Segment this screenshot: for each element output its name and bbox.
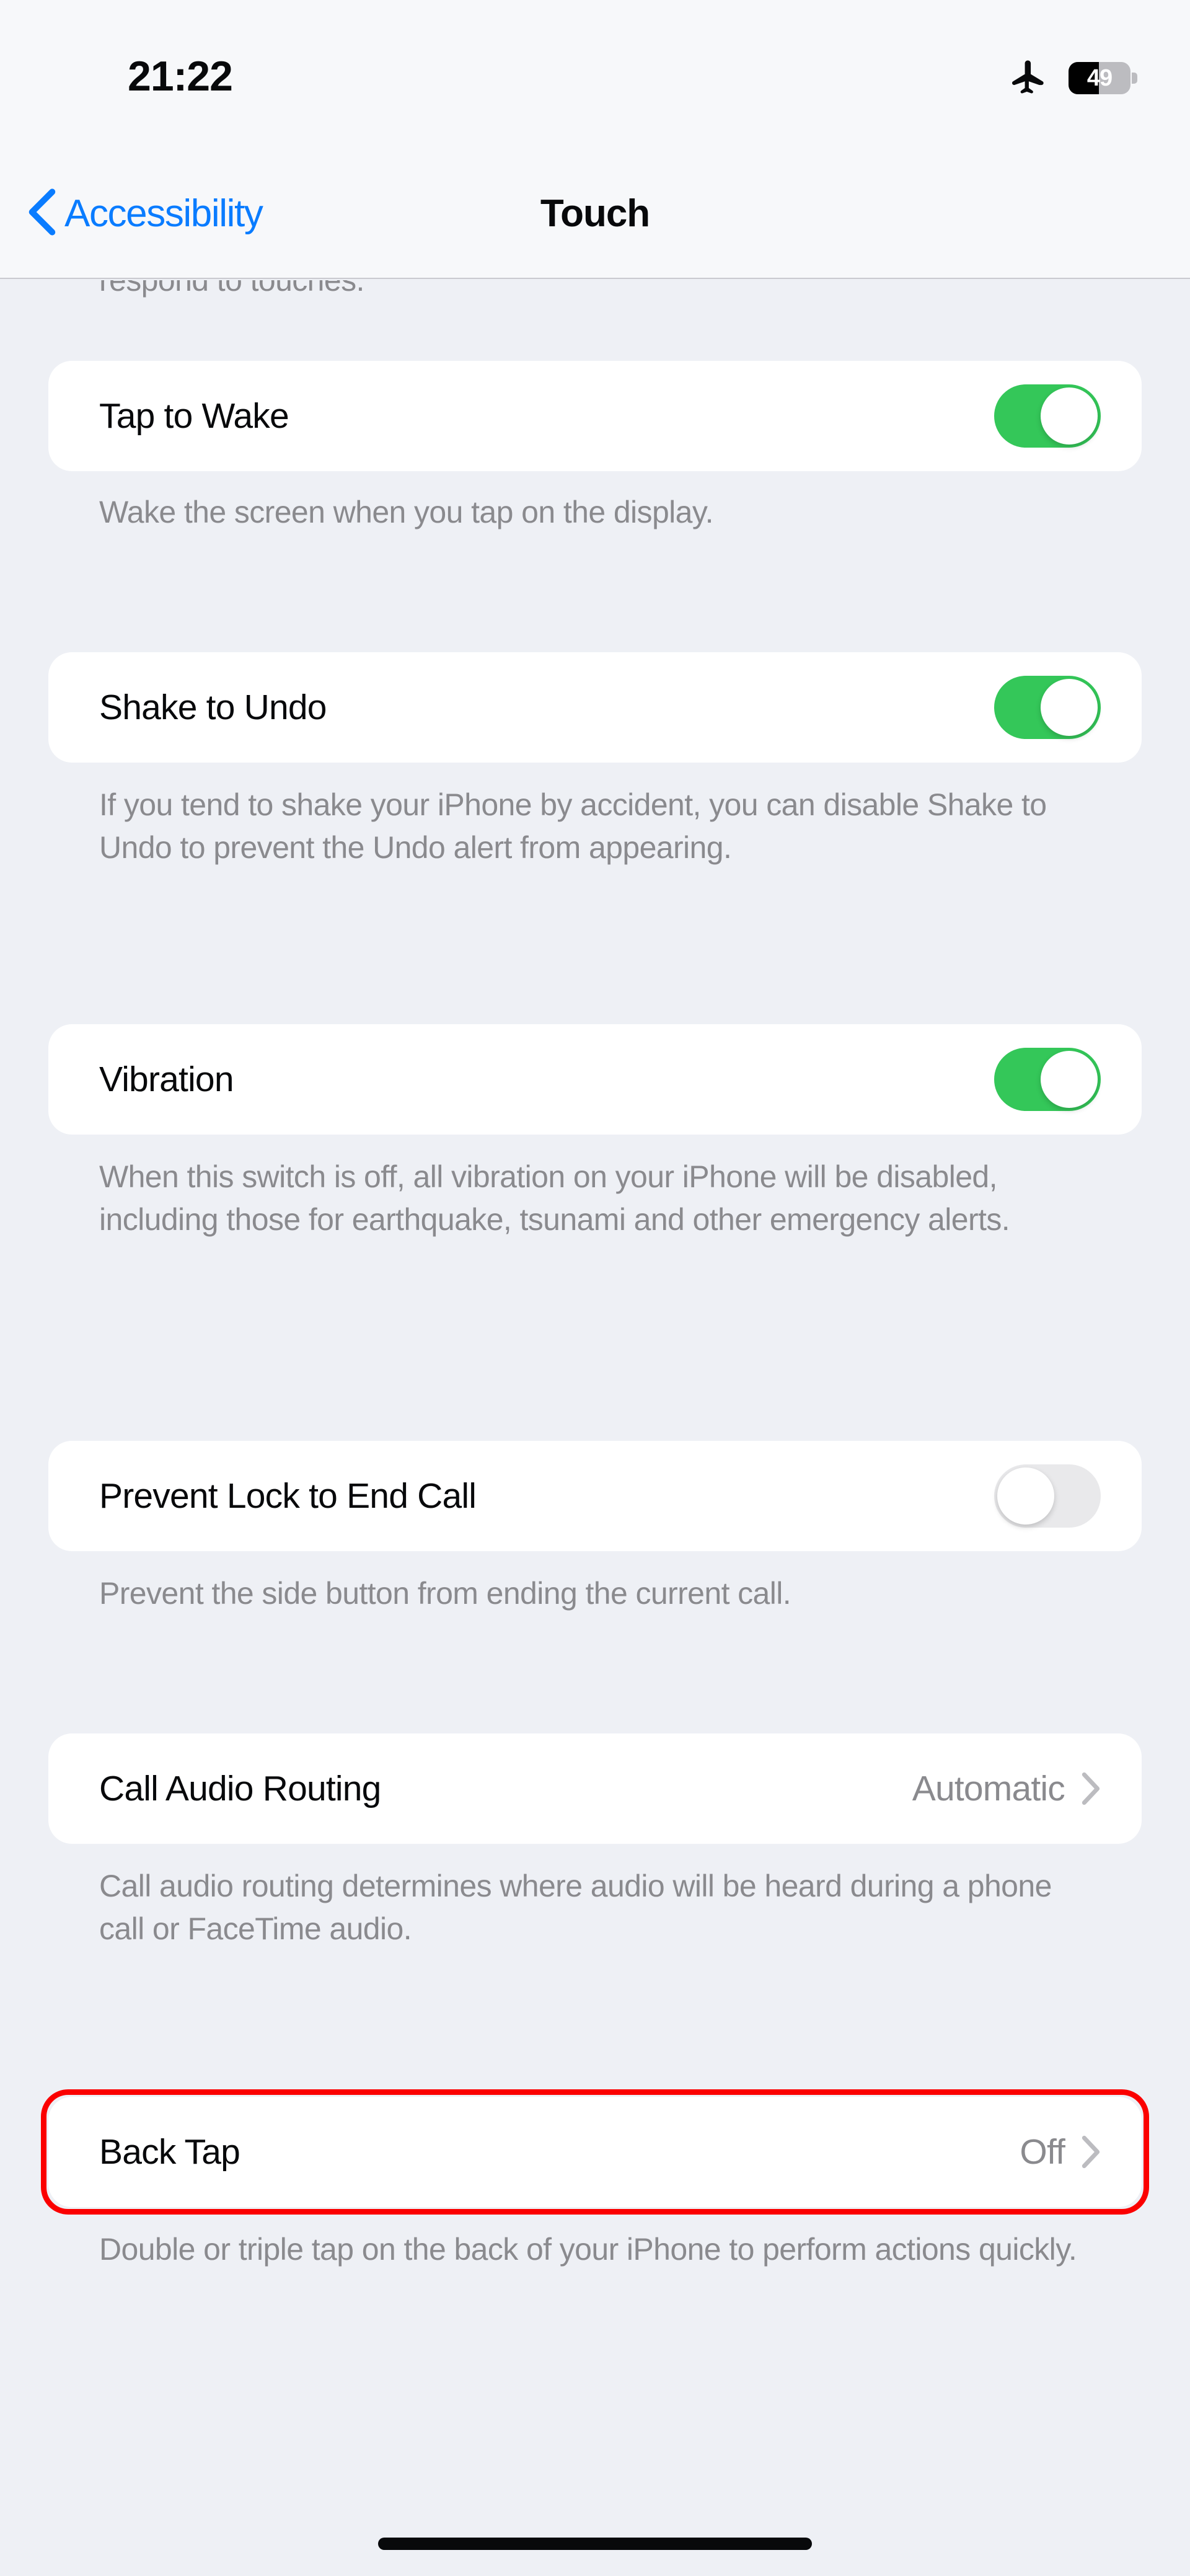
status-bar-clock: 21:22 [128, 52, 232, 100]
row-vibration[interactable]: Vibration [48, 1024, 1142, 1135]
row-accessory-back-tap: Off [1020, 2131, 1101, 2172]
card-prevent-lock-to-end-call: Prevent Lock to End Call [48, 1441, 1142, 1551]
card-vibration: Vibration [48, 1024, 1142, 1135]
card-call-audio-routing: Call Audio Routing Automatic [48, 1733, 1142, 1844]
toggle-knob [1041, 1051, 1098, 1108]
toggle-tap-to-wake[interactable] [994, 384, 1101, 448]
row-tap-to-wake[interactable]: Tap to Wake [48, 361, 1142, 471]
toggle-knob [1041, 387, 1098, 445]
settings-scroll-view[interactable]: respond to touches. Tap to Wake Wake the… [0, 280, 1190, 2576]
chevron-right-icon [1081, 2135, 1101, 2169]
toggle-vibration[interactable] [994, 1048, 1101, 1111]
card-shake-to-undo: Shake to Undo [48, 652, 1142, 763]
airplane-mode-icon [1000, 55, 1047, 102]
chevron-right-icon [1081, 1771, 1101, 1806]
row-value-call-audio-routing: Automatic [912, 1768, 1065, 1809]
footer-prevent-lock-to-end-call: Prevent the side button from ending the … [99, 1572, 1097, 1615]
card-back-tap: Back Tap Off [48, 2097, 1142, 2207]
clipped-footer-text: respond to touches. [99, 280, 1091, 301]
toggle-shake-to-undo[interactable] [994, 676, 1101, 739]
status-bar-indicators: 49 [1000, 55, 1130, 102]
home-indicator[interactable] [378, 2538, 812, 2550]
row-label-back-tap: Back Tap [99, 2131, 240, 2172]
footer-tap-to-wake: Wake the screen when you tap on the disp… [99, 491, 1097, 534]
row-call-audio-routing[interactable]: Call Audio Routing Automatic [48, 1733, 1142, 1844]
battery-percent-label: 49 [1069, 62, 1130, 94]
row-back-tap[interactable]: Back Tap Off [48, 2097, 1142, 2207]
footer-call-audio-routing: Call audio routing determines where audi… [99, 1865, 1097, 1950]
battery-icon: 49 [1069, 62, 1130, 94]
row-label-prevent-lock-to-end-call: Prevent Lock to End Call [99, 1476, 476, 1516]
toggle-knob [1041, 679, 1098, 736]
row-label-vibration: Vibration [99, 1059, 234, 1100]
footer-shake-to-undo: If you tend to shake your iPhone by acci… [99, 784, 1097, 869]
iphone-screen: 21:22 49 Accessibility Touch [0, 0, 1190, 2576]
row-value-back-tap: Off [1020, 2131, 1065, 2172]
row-label-shake-to-undo: Shake to Undo [99, 687, 327, 728]
footer-vibration: When this switch is off, all vibration o… [99, 1156, 1097, 1241]
page-title: Touch [0, 192, 1190, 236]
card-tap-to-wake: Tap to Wake [48, 361, 1142, 471]
row-shake-to-undo[interactable]: Shake to Undo [48, 652, 1142, 763]
status-bar: 21:22 49 [0, 0, 1190, 149]
footer-back-tap: Double or triple tap on the back of your… [99, 2228, 1097, 2271]
row-accessory-call-audio-routing: Automatic [912, 1768, 1101, 1809]
navigation-bar: Accessibility Touch [0, 149, 1190, 279]
row-label-call-audio-routing: Call Audio Routing [99, 1768, 381, 1809]
row-prevent-lock-to-end-call[interactable]: Prevent Lock to End Call [48, 1441, 1142, 1551]
toggle-prevent-lock-to-end-call[interactable] [994, 1464, 1101, 1528]
toggle-knob [997, 1467, 1054, 1525]
row-label-tap-to-wake: Tap to Wake [99, 396, 289, 436]
